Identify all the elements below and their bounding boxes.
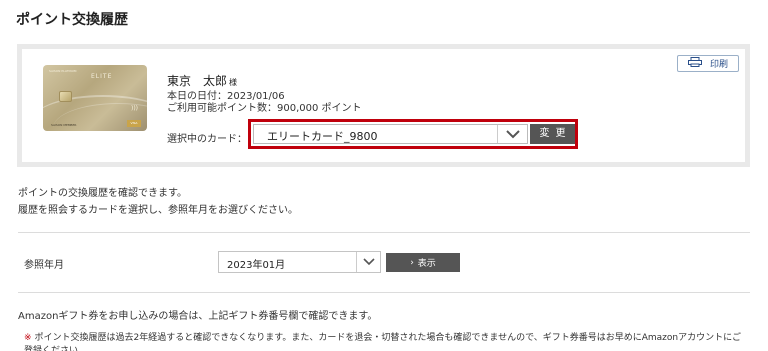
chevron-down-icon[interactable]: [497, 125, 527, 143]
print-button[interactable]: 印刷: [677, 55, 739, 72]
caution-mark: ※: [24, 333, 32, 343]
card-elite-text: ELITE: [91, 73, 113, 80]
chevron-right-icon: ›: [410, 257, 414, 268]
card-info-inner: SAISON PLATINUM ELITE ))) SAISON MEMBER …: [22, 49, 745, 162]
change-card-button[interactable]: 変更: [530, 124, 575, 144]
divider: [18, 232, 750, 233]
chevron-down-icon[interactable]: [356, 252, 380, 272]
month-select-value: 2023年01月: [227, 260, 286, 271]
contactless-icon: ))): [131, 105, 139, 112]
month-select-dropdown[interactable]: 2023年01月: [218, 251, 381, 273]
page-title: ポイント交換履歴: [16, 12, 128, 28]
printer-icon: [687, 57, 702, 70]
card-select-dropdown[interactable]: エリートカード_9800: [253, 124, 528, 144]
user-honorific: 様: [229, 78, 238, 87]
user-name-text: 東京 太郎: [167, 74, 228, 88]
card-info-panel: SAISON PLATINUM ELITE ))) SAISON MEMBER …: [17, 44, 750, 167]
selected-card-label: 選択中のカード：: [167, 134, 247, 145]
divider: [18, 292, 750, 293]
reference-month-label: 参照年月: [24, 260, 64, 271]
card-select-highlight: エリートカード_9800 変更: [248, 119, 578, 149]
card-brand-logo: VISA: [127, 120, 141, 127]
available-points: ご利用可能ポイント数：900,000 ポイント: [167, 103, 362, 114]
show-button-label: 表示: [417, 259, 436, 269]
description-line-2: 履歴を照会するカードを選択し、参照年月をお選びください。: [18, 205, 298, 216]
show-button[interactable]: › 表示: [386, 253, 460, 272]
description-line-1: ポイントの交換履歴を確認できます。: [18, 188, 187, 199]
card-holder-name: SAISON MEMBER: [51, 123, 77, 127]
card-chip-icon: [59, 91, 72, 102]
amazon-gift-note: Amazonギフト券をお申し込みの場合は、上記ギフト券番号欄で確認できます。: [18, 311, 378, 322]
credit-card-image: SAISON PLATINUM ELITE ))) SAISON MEMBER …: [43, 65, 147, 131]
card-top-text: SAISON PLATINUM: [49, 69, 77, 73]
card-select-value: エリートカード_9800: [267, 130, 378, 143]
caution-text: ポイント交換履歴は過去2年経過すると確認できなくなります。また、カードを退会・切…: [24, 333, 741, 351]
print-button-label: 印刷: [709, 60, 728, 70]
caution-note: ※ ポイント交換履歴は過去2年経過すると確認できなくなります。また、カードを退会・…: [24, 332, 744, 351]
